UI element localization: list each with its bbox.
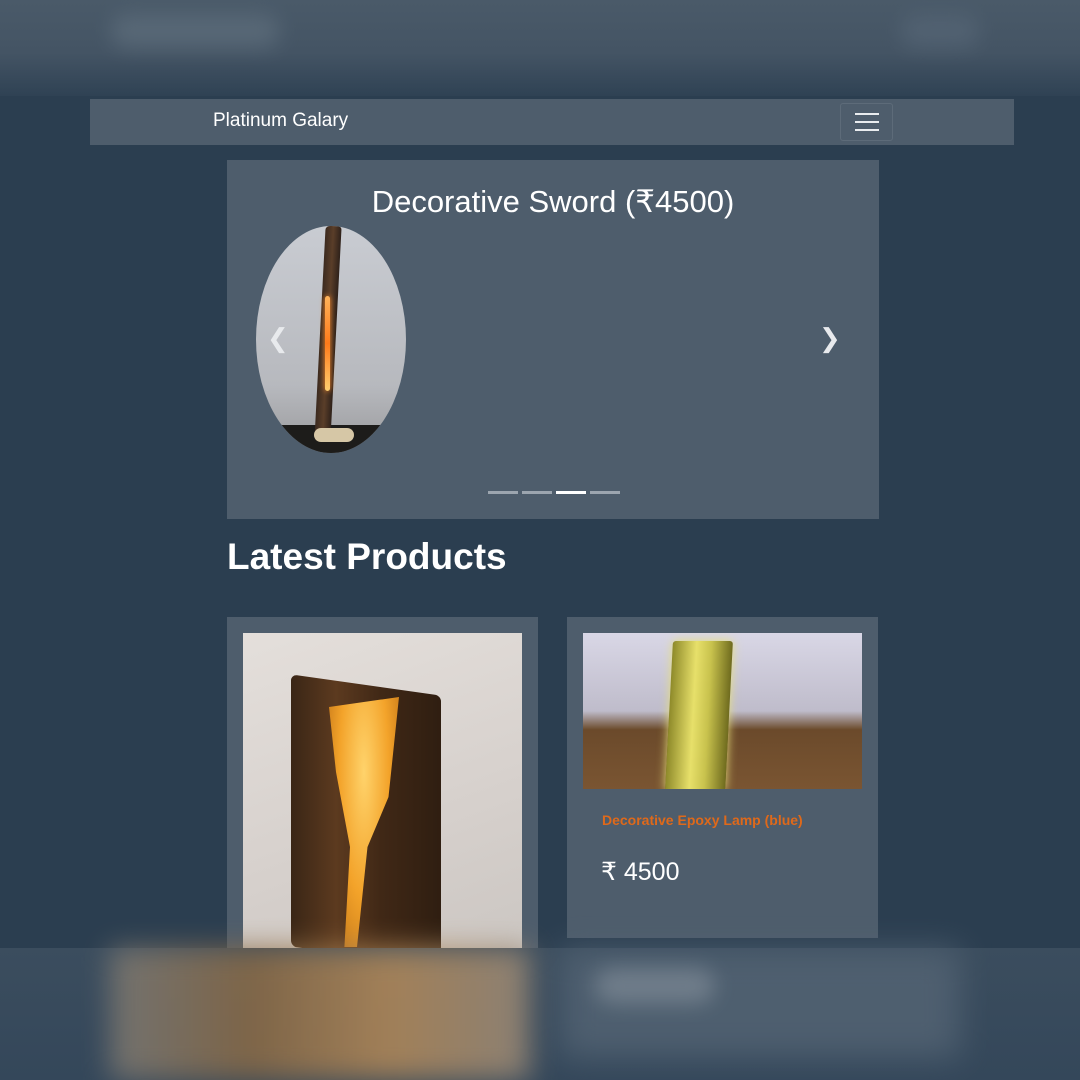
product-carousel: Decorative Sword (₹4500) ❮ ❯ xyxy=(227,160,879,519)
chevron-right-icon[interactable]: ❯ xyxy=(819,326,841,352)
carousel-indicator-4[interactable] xyxy=(590,491,620,494)
image-epoxy-lamp xyxy=(665,641,733,789)
navbar-brand[interactable]: Platinum Galary xyxy=(213,110,348,132)
carousel-indicator-2[interactable] xyxy=(522,491,552,494)
blurred-shape xyxy=(900,14,980,48)
hamburger-menu-icon xyxy=(854,121,879,123)
image-sword-glow xyxy=(325,296,330,391)
blurred-shape xyxy=(110,14,280,48)
carousel-caption: Decorative Sword (₹4500) xyxy=(371,184,735,219)
chevron-left-icon[interactable]: ❮ xyxy=(267,326,289,352)
carousel-indicator-3[interactable] xyxy=(556,491,586,494)
product-card[interactable]: Decorative Epoxy Lamp (blue) ₹ 4500 xyxy=(567,617,878,938)
carousel-indicators xyxy=(488,491,620,494)
product-image[interactable] xyxy=(583,633,862,789)
blurred-shape xyxy=(110,948,530,1080)
carousel-indicator-1[interactable] xyxy=(488,491,518,494)
product-card[interactable] xyxy=(227,617,538,957)
blurred-top-backdrop xyxy=(0,0,1080,96)
section-title: Latest Products xyxy=(227,536,507,577)
hamburger-menu-icon xyxy=(854,129,879,131)
image-sword-base xyxy=(314,428,354,442)
product-image[interactable] xyxy=(243,633,522,957)
navbar: Platinum Galary xyxy=(90,99,1014,145)
hamburger-menu-icon xyxy=(854,113,879,115)
product-price: ₹ 4500 xyxy=(601,858,680,886)
blurred-bottom-backdrop xyxy=(0,948,1080,1080)
product-name-link[interactable]: Decorative Epoxy Lamp (blue) xyxy=(602,812,803,828)
navbar-toggler-button[interactable] xyxy=(840,103,893,141)
blurred-shape xyxy=(595,968,715,1004)
